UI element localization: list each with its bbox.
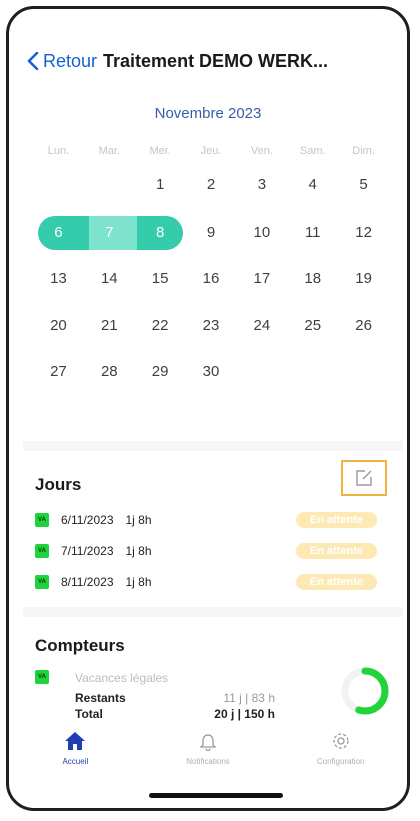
jours-title: Jours bbox=[35, 475, 82, 494]
weekday-label: Dim. bbox=[352, 145, 375, 157]
calendar-day[interactable]: 15 bbox=[135, 264, 186, 294]
calendar-day-selected[interactable]: 6 bbox=[33, 218, 84, 248]
status-badge: En attente bbox=[295, 574, 377, 590]
tab-notifications[interactable]: Notifications bbox=[142, 731, 275, 781]
status-badge: En attente bbox=[295, 543, 377, 559]
calendar-day[interactable]: 12 bbox=[338, 218, 389, 248]
calendar-day bbox=[33, 170, 84, 200]
calendar-day[interactable]: 9 bbox=[186, 218, 237, 248]
header: Retour Traitement DEMO WERK... bbox=[27, 47, 397, 75]
calendar-day[interactable]: 22 bbox=[135, 311, 186, 341]
weekday-label: Lun. bbox=[47, 145, 70, 157]
calendar-day[interactable]: 26 bbox=[338, 311, 389, 341]
calendar-week: 6 7 8 9 10 11 12 bbox=[33, 218, 389, 248]
chevron-left-icon bbox=[27, 52, 39, 70]
back-button[interactable]: Retour bbox=[27, 51, 97, 72]
calendar-day[interactable]: 13 bbox=[33, 264, 84, 294]
calendar-day[interactable]: 10 bbox=[236, 218, 287, 248]
calendar-day[interactable]: 17 bbox=[236, 264, 287, 294]
calendar-day[interactable]: 11 bbox=[287, 218, 338, 248]
tab-accueil[interactable]: Accueil bbox=[9, 731, 142, 781]
counter-type-tag: VA bbox=[35, 670, 49, 684]
month-label: Novembre 2023 bbox=[154, 105, 262, 122]
calendar-day[interactable]: 28 bbox=[84, 357, 135, 387]
calendar-day[interactable]: 14 bbox=[84, 264, 135, 294]
calendar-day[interactable]: 5 bbox=[338, 170, 389, 200]
bell-icon bbox=[199, 734, 217, 751]
section-divider bbox=[23, 607, 403, 617]
calendar-day[interactable]: 3 bbox=[236, 170, 287, 200]
calendar-day[interactable]: 16 bbox=[186, 264, 237, 294]
edit-icon bbox=[356, 470, 372, 486]
phone-frame: Retour Traitement DEMO WERK... Novembre … bbox=[6, 6, 410, 811]
calendar-week: 13 14 15 16 17 18 19 bbox=[33, 264, 389, 294]
calendar-week: 1 2 3 4 5 bbox=[33, 170, 389, 200]
calendar-week: 20 21 22 23 24 25 26 bbox=[33, 311, 389, 341]
weekday-header: Lun. Mar. Mer. Jeu. Ven. Sam. Dim. bbox=[33, 145, 389, 157]
tab-configuration[interactable]: Configuration bbox=[274, 731, 407, 781]
calendar-day[interactable]: 24 bbox=[236, 311, 287, 341]
leave-type-tag: VA bbox=[35, 513, 49, 527]
day-date: 6/11/2023 bbox=[61, 513, 114, 527]
calendar-day[interactable]: 20 bbox=[33, 311, 84, 341]
home-indicator bbox=[149, 793, 283, 798]
calendar-day bbox=[236, 357, 287, 387]
calendar-day[interactable]: 1 bbox=[135, 170, 186, 200]
calendar-day bbox=[84, 170, 135, 200]
calendar-day-selected[interactable]: 8 bbox=[135, 218, 186, 248]
calendar-day[interactable]: 18 bbox=[287, 264, 338, 294]
leave-type-tag: VA bbox=[35, 575, 49, 589]
counter-gauge bbox=[341, 667, 389, 715]
calendar-day[interactable]: 2 bbox=[186, 170, 237, 200]
day-row[interactable]: VA 8/11/2023 1j 8h En attente bbox=[35, 571, 377, 593]
compteurs-title: Compteurs bbox=[35, 636, 125, 655]
day-duration: 1j 8h bbox=[125, 513, 152, 527]
weekday-label: Mer. bbox=[149, 145, 171, 157]
calendar-day[interactable]: 29 bbox=[135, 357, 186, 387]
calendar-day[interactable]: 27 bbox=[33, 357, 84, 387]
day-row[interactable]: VA 7/11/2023 1j 8h En attente bbox=[35, 540, 377, 562]
total-value: 20 j | 150 h bbox=[214, 707, 275, 721]
section-divider bbox=[23, 441, 403, 451]
calendar-day[interactable]: 23 bbox=[186, 311, 237, 341]
back-label: Retour bbox=[43, 50, 98, 71]
calendar-day-selected[interactable]: 7 bbox=[84, 218, 135, 248]
counter-label: Vacances légales bbox=[75, 671, 169, 685]
weekday-label: Mar. bbox=[98, 145, 120, 157]
weekday-label: Sam. bbox=[299, 145, 326, 157]
calendar-week: 27 28 29 30 bbox=[33, 357, 389, 387]
calendar-day bbox=[338, 357, 389, 387]
weekday-label: Ven. bbox=[250, 145, 273, 157]
calendar-day[interactable]: 4 bbox=[287, 170, 338, 200]
weekday-label: Jeu. bbox=[200, 145, 222, 157]
gear-icon bbox=[333, 733, 349, 749]
calendar-day[interactable]: 19 bbox=[338, 264, 389, 294]
calendar-day[interactable]: 30 bbox=[186, 357, 237, 387]
counter-total-row: Total 20 j | 150 h bbox=[75, 707, 275, 721]
day-duration: 1j 8h bbox=[125, 575, 152, 589]
tab-label: Notifications bbox=[186, 757, 230, 766]
status-badge: En attente bbox=[295, 512, 377, 528]
day-date: 7/11/2023 bbox=[61, 544, 114, 558]
calendar-day bbox=[287, 357, 338, 387]
home-icon bbox=[65, 732, 86, 750]
day-row[interactable]: VA 6/11/2023 1j 8h En attente bbox=[35, 509, 377, 531]
leave-type-tag: VA bbox=[35, 544, 49, 558]
day-date: 8/11/2023 bbox=[61, 575, 114, 589]
tab-label: Configuration bbox=[316, 757, 365, 766]
restants-label: Restants bbox=[75, 691, 126, 705]
tab-label: Accueil bbox=[62, 757, 89, 766]
edit-button[interactable] bbox=[341, 460, 387, 496]
counter-restants-row: Restants 11 j | 83 h bbox=[75, 691, 275, 705]
total-label: Total bbox=[75, 707, 103, 721]
tab-bar: Accueil Notifications Configuration bbox=[9, 731, 407, 781]
day-duration: 1j 8h bbox=[125, 544, 152, 558]
page-title: Traitement DEMO WERK... bbox=[103, 50, 329, 71]
calendar-day[interactable]: 25 bbox=[287, 311, 338, 341]
restants-value: 11 j | 83 h bbox=[223, 691, 275, 705]
calendar-day[interactable]: 21 bbox=[84, 311, 135, 341]
